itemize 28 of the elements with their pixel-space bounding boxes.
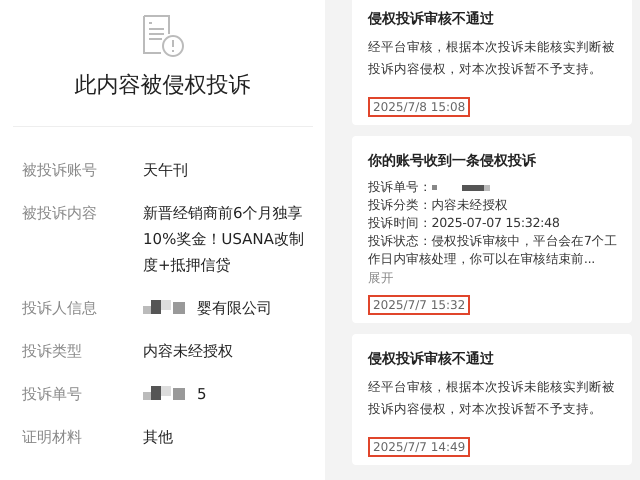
panel-title: 此内容被侵权投诉: [74, 72, 250, 100]
notification-title: 你的账号收到一条侵权投诉: [368, 152, 537, 170]
field-value: 内容未经授权: [143, 341, 233, 362]
field-label: 被投诉账号: [22, 160, 98, 181]
notification-title: 侵权投诉审核不通过: [368, 350, 495, 368]
timestamp: 2025/7/7 14:49: [368, 437, 470, 457]
notification-body: 经平台审核，根据本次投诉未能核实判断被投诉内容侵权，对本次投诉暂不予支持。: [368, 378, 616, 418]
field-value: 其他: [143, 427, 173, 448]
notification-title: 侵权投诉审核不通过: [368, 10, 495, 28]
field-value: 5: [197, 384, 207, 405]
field-label: 证明材料: [22, 427, 83, 448]
field-label: 投诉类型: [22, 341, 83, 362]
field-value: 天午刊: [143, 160, 188, 181]
timestamp: 2025/7/7 15:32: [368, 295, 470, 315]
field-label: 被投诉内容: [22, 203, 98, 224]
timestamp: 2025/7/8 15:08: [368, 97, 470, 117]
mosaic-blur: [432, 182, 492, 193]
expand-link[interactable]: 展开: [368, 268, 620, 288]
field-text: 投诉状态：侵权投诉审核中，平台会在7个工作日内审核处理，你可以在审核结束前...: [368, 232, 618, 268]
field-value: 新晋经销商前6个月独享10%奖金！USANA改制度+抵押信贷: [143, 203, 305, 276]
field-label: 投诉人信息: [22, 298, 98, 319]
field-label: 投诉单号: [22, 384, 83, 405]
notification-body: 经平台审核，根据本次投诉未能核实判断被投诉内容侵权，对本次投诉暂不予支持。: [368, 38, 616, 78]
field-label: 投诉单号：: [368, 179, 432, 194]
field-value: 婴有限公司: [197, 298, 272, 319]
field-text: 投诉时间：2025-07-07 15:32:48: [368, 214, 561, 232]
field-text: 投诉分类：内容未经授权: [368, 196, 509, 214]
document-warning-icon: [140, 14, 184, 58]
